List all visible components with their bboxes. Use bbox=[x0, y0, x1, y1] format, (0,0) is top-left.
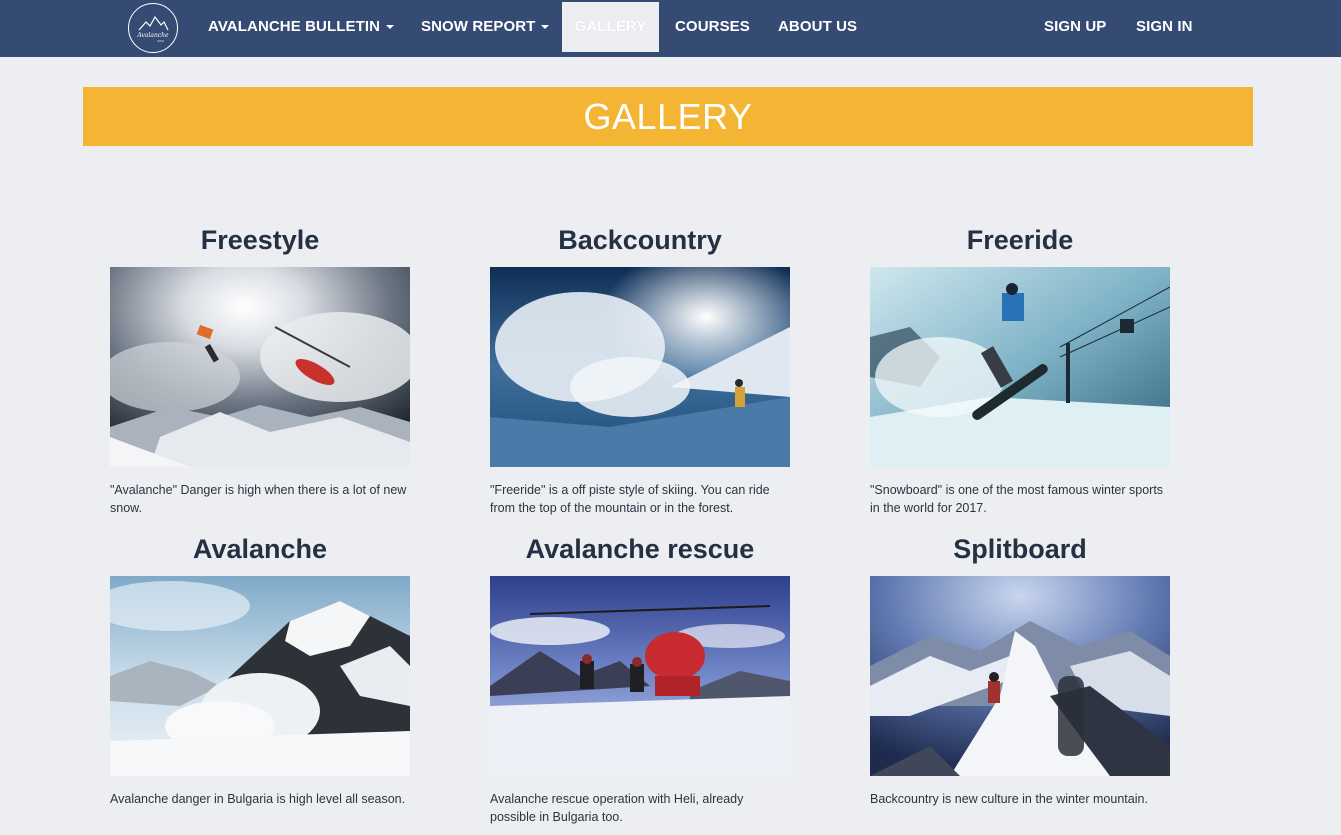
gallery-card-avalanche-rescue: Avalanche rescue Avalanche rescue operat… bbox=[490, 529, 790, 826]
nav-about-us[interactable]: ABOUT US bbox=[778, 2, 857, 52]
nav-courses[interactable]: COURSES bbox=[675, 2, 750, 52]
nav-avalanche-bulletin-label: AVALANCHE BULLETIN bbox=[208, 18, 381, 35]
gallery-card-freestyle: Freestyle "Avalanche" Danger is high whe… bbox=[110, 220, 410, 517]
gallery-card-caption: Avalanche danger in Bulgaria is high lev… bbox=[110, 792, 406, 806]
gallery-card-caption: Avalanche rescue operation with Heli, al… bbox=[490, 792, 744, 824]
caret-down-icon bbox=[541, 25, 550, 30]
gallery-card-avalanche: Avalanche Avalanche danger in Bulgaria i… bbox=[110, 529, 410, 808]
sign-in-label: SIGN IN bbox=[1136, 18, 1193, 35]
gallery-card-title: Avalanche rescue bbox=[525, 534, 755, 564]
gallery-card-title: Freeride bbox=[966, 225, 1074, 255]
logo-text: Avalanche bbox=[136, 32, 169, 39]
nav-snow-report-label: SNOW REPORT bbox=[421, 18, 536, 35]
sign-up-link[interactable]: SIGN UP bbox=[1044, 2, 1106, 52]
gallery-card-freeride: Freeride "Snowboard" is one of the most … bbox=[870, 220, 1170, 517]
freeride-photo[interactable] bbox=[870, 267, 1170, 467]
mountain-logo-icon: Avalanche bbox=[136, 15, 169, 42]
nav-about-us-label: ABOUT US bbox=[778, 18, 858, 35]
backcountry-photo[interactable] bbox=[490, 267, 790, 467]
gallery-card-caption: "Freeride" is a off piste style of skiin… bbox=[490, 483, 770, 515]
gallery-card-title: Splitboard bbox=[953, 534, 1087, 564]
gallery-card-splitboard: Splitboard Backcountry is new culture in… bbox=[870, 529, 1170, 808]
page-title: GALLERY bbox=[583, 95, 753, 137]
gallery-card-title: Freestyle bbox=[200, 225, 320, 255]
gallery-card-caption: Backcountry is new culture in the winter… bbox=[870, 792, 1148, 806]
avalanche-rescue-photo[interactable] bbox=[490, 576, 790, 776]
site-logo[interactable]: Avalanche bbox=[128, 3, 178, 53]
nav-avalanche-bulletin[interactable]: AVALANCHE BULLETIN bbox=[208, 2, 395, 52]
avalanche-photo[interactable] bbox=[110, 576, 410, 776]
nav-snow-report[interactable]: SNOW REPORT bbox=[421, 2, 550, 52]
gallery-card-caption: "Snowboard" is one of the most famous wi… bbox=[870, 483, 1164, 515]
gallery-card-title: Avalanche bbox=[192, 534, 328, 564]
splitboard-photo[interactable] bbox=[870, 576, 1170, 776]
sign-in-link[interactable]: SIGN IN bbox=[1136, 2, 1193, 52]
top-navbar: Avalanche AVALANCHE BULLETIN SNOW REPORT… bbox=[0, 0, 1341, 57]
nav-gallery[interactable]: GALLERY bbox=[562, 2, 659, 52]
gallery-card-backcountry: Backcountry "Freeride" is a off piste st… bbox=[490, 220, 790, 517]
nav-courses-label: COURSES bbox=[675, 18, 750, 35]
freestyle-photo[interactable] bbox=[110, 267, 410, 467]
nav-gallery-label: GALLERY bbox=[574, 18, 647, 35]
sign-up-label: SIGN UP bbox=[1044, 18, 1107, 35]
page-banner: GALLERY bbox=[83, 87, 1253, 146]
caret-down-icon bbox=[386, 25, 395, 30]
gallery-card-caption: "Avalanche" Danger is high when there is… bbox=[110, 483, 407, 515]
gallery-card-title: Backcountry bbox=[558, 225, 722, 255]
